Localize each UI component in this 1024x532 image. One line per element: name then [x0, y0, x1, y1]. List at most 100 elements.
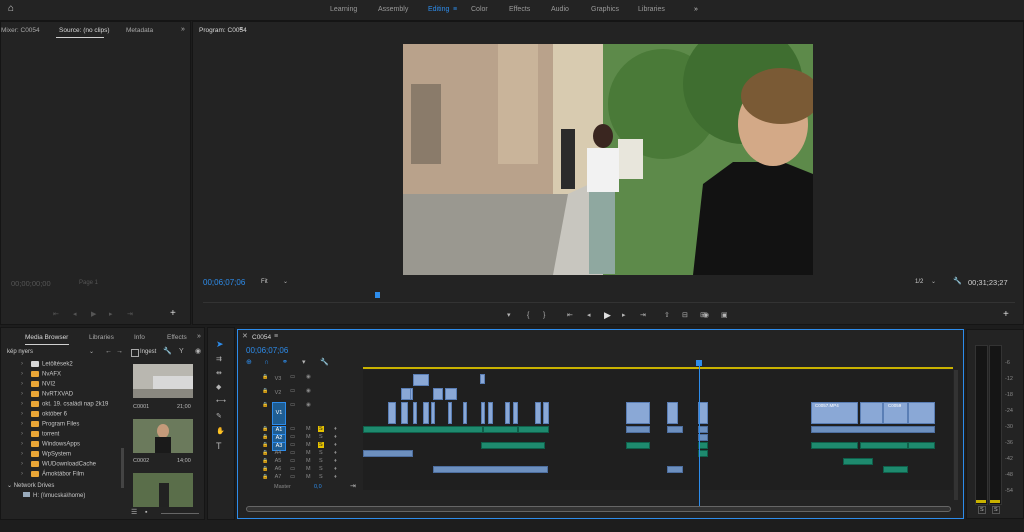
- selection-tool-icon[interactable]: ➤: [216, 340, 224, 349]
- insert-icon[interactable]: ⊟: [682, 312, 688, 320]
- workspace-effects[interactable]: Effects: [509, 6, 530, 13]
- track-select-tool-icon[interactable]: ⇉: [216, 356, 222, 364]
- workspace-libraries[interactable]: Libraries: [638, 6, 665, 13]
- comparison-icon[interactable]: ▣: [721, 312, 728, 320]
- video-clip[interactable]: [401, 388, 411, 400]
- mark-in-icon[interactable]: {: [527, 312, 529, 320]
- folder-item[interactable]: › Program Files: [21, 421, 79, 428]
- video-clip[interactable]: [667, 402, 678, 424]
- folder-item[interactable]: › NVI2: [21, 381, 55, 388]
- step-back-icon[interactable]: ◂: [587, 312, 591, 320]
- lock-track-icon[interactable]: 🔒: [262, 458, 268, 464]
- track-label[interactable]: A4: [272, 450, 284, 457]
- mute-button[interactable]: M: [306, 474, 311, 480]
- network-drive-item[interactable]: H: (\\mucska\home): [23, 492, 85, 499]
- camera-icon[interactable]: ◉: [703, 312, 709, 320]
- solo-button[interactable]: S: [318, 458, 324, 464]
- tab-source[interactable]: Source: (no clips): [59, 27, 110, 34]
- voiceover-mic-icon[interactable]: ♦: [334, 474, 337, 480]
- lock-track-icon[interactable]: 🔒: [262, 474, 268, 480]
- lock-track-icon[interactable]: 🔒: [262, 374, 268, 380]
- master-value[interactable]: 0,0: [314, 484, 322, 490]
- track-label[interactable]: A6: [272, 466, 284, 473]
- folder-item[interactable]: › WindowsApps: [21, 441, 80, 448]
- source-add-icon[interactable]: +: [170, 309, 176, 319]
- timeline-settings-icon[interactable]: 🔧: [320, 359, 329, 367]
- sync-lock-icon[interactable]: ▭: [290, 434, 295, 440]
- audio-clip[interactable]: [363, 426, 483, 433]
- back-arrow-icon[interactable]: ←: [105, 348, 112, 356]
- clip-thumbnail[interactable]: [133, 364, 193, 398]
- video-clip[interactable]: [413, 402, 417, 424]
- solo-button[interactable]: S: [318, 474, 324, 480]
- audio-clip[interactable]: [860, 442, 908, 449]
- mute-button[interactable]: M: [306, 426, 311, 432]
- source-step-back-icon[interactable]: ◂: [73, 311, 77, 319]
- fit-dropdown-chevron-icon[interactable]: ⌄: [283, 278, 288, 286]
- video-clip[interactable]: [445, 388, 457, 400]
- track-label[interactable]: V1: [272, 402, 286, 425]
- mute-button[interactable]: M: [306, 458, 311, 464]
- folder-item[interactable]: › WUDownloadCache: [21, 461, 96, 468]
- folder-item[interactable]: › WpSystem: [21, 451, 71, 458]
- location-dropdown[interactable]: kép nyers: [7, 349, 33, 355]
- track-label[interactable]: V3: [272, 374, 284, 385]
- lock-track-icon[interactable]: 🔒: [262, 450, 268, 456]
- zoom-slider[interactable]: [161, 513, 199, 514]
- workspace-learning[interactable]: Learning: [330, 6, 357, 13]
- lock-track-icon[interactable]: 🔒: [262, 466, 268, 472]
- source-timecode[interactable]: 00;00;00;00: [11, 279, 51, 288]
- track-header-v1[interactable]: 🔒 V1 ▭ ◉: [258, 402, 362, 425]
- video-clip[interactable]: [626, 402, 650, 424]
- video-clip[interactable]: [401, 402, 408, 424]
- source-mark-out-icon[interactable]: ⇥: [127, 311, 133, 319]
- video-clip[interactable]: [448, 402, 452, 424]
- folder-item[interactable]: › Ámoktábor Film: [21, 471, 84, 478]
- voiceover-mic-icon[interactable]: ♦: [334, 426, 337, 432]
- mark-out-icon[interactable]: }: [543, 312, 545, 320]
- audio-clip[interactable]: [811, 426, 935, 433]
- lock-track-icon[interactable]: 🔒: [262, 442, 268, 448]
- solo-button[interactable]: S: [318, 450, 324, 456]
- audio-clip[interactable]: [483, 426, 518, 433]
- track-header-v3[interactable]: 🔒 V3 ▭ ◉: [258, 374, 362, 386]
- video-clip[interactable]: [543, 402, 549, 424]
- lock-track-icon[interactable]: 🔒: [262, 402, 268, 408]
- voiceover-mic-icon[interactable]: ♦: [334, 434, 337, 440]
- timeline-playhead-handle[interactable]: [696, 360, 703, 366]
- solo-button[interactable]: S: [318, 442, 324, 448]
- clip-thumbnail[interactable]: [133, 473, 193, 507]
- solo-button[interactable]: S: [318, 466, 324, 472]
- folder-item[interactable]: › Letöltések2: [21, 361, 73, 368]
- panel-menu-icon[interactable]: »: [181, 26, 185, 34]
- tab-info[interactable]: Info: [134, 334, 145, 341]
- folder-scrollbar[interactable]: [121, 448, 124, 488]
- sync-lock-icon[interactable]: ▭: [290, 458, 295, 464]
- audio-clip[interactable]: [667, 466, 683, 473]
- mute-button[interactable]: M: [306, 466, 311, 472]
- sync-lock-icon[interactable]: ▭: [290, 466, 295, 472]
- video-clip[interactable]: [535, 402, 541, 424]
- clip-thumbnail[interactable]: [133, 419, 193, 453]
- sync-lock-icon[interactable]: ▭: [290, 450, 295, 456]
- video-clip[interactable]: [505, 402, 510, 424]
- forward-arrow-icon[interactable]: →: [116, 348, 123, 356]
- video-clip[interactable]: [480, 374, 485, 384]
- program-timecode[interactable]: 00;06;07;06: [203, 278, 245, 287]
- audio-clip[interactable]: [518, 426, 549, 433]
- video-clip[interactable]: [488, 402, 493, 424]
- vertical-scrollbar[interactable]: [954, 370, 958, 500]
- slip-tool-icon[interactable]: ⟷: [216, 398, 226, 406]
- step-forward-icon[interactable]: ▸: [622, 312, 626, 320]
- eye-icon[interactable]: ◉: [306, 388, 311, 394]
- ripple-tool-icon[interactable]: ⇹: [216, 370, 222, 378]
- video-clip[interactable]: [388, 402, 396, 424]
- track-header-a3[interactable]: 🔒 A3 ▭ M S ♦: [258, 442, 362, 451]
- eye-icon[interactable]: ◉: [306, 402, 311, 408]
- list-view-icon[interactable]: ☰: [131, 509, 137, 517]
- razor-tool-icon[interactable]: ◆: [216, 384, 221, 392]
- workspace-color[interactable]: Color: [471, 6, 488, 13]
- folder-item[interactable]: › torrent: [21, 431, 59, 438]
- video-clip[interactable]: [413, 374, 429, 386]
- voiceover-mic-icon[interactable]: ♦: [334, 450, 337, 456]
